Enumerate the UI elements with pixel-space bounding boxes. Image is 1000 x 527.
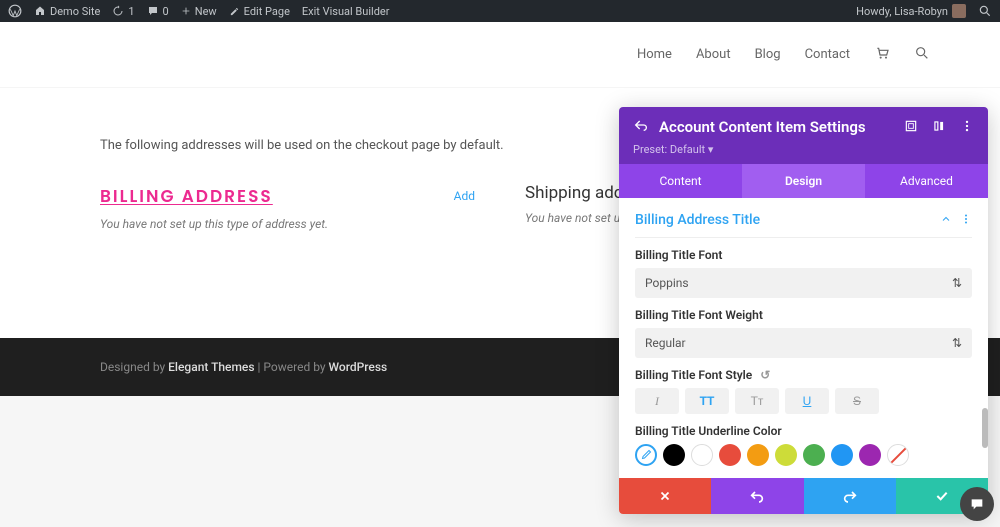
- swatch-blue[interactable]: [831, 444, 853, 466]
- nav-blog[interactable]: Blog: [755, 47, 781, 62]
- new-label: New: [195, 5, 217, 18]
- shipping-title: Shipping add: [525, 183, 623, 203]
- nav-contact[interactable]: Contact: [805, 47, 850, 62]
- edit-page[interactable]: Edit Page: [229, 5, 290, 18]
- swatch-black[interactable]: [663, 444, 685, 466]
- panel-preset[interactable]: Preset: Default ▾: [633, 143, 974, 156]
- swatch-purple[interactable]: [859, 444, 881, 466]
- swatch-white[interactable]: [691, 444, 713, 466]
- cancel-button[interactable]: [619, 478, 711, 514]
- site-nav: Home About Blog Contact: [0, 22, 1000, 88]
- italic-button[interactable]: I: [635, 388, 679, 414]
- cart-icon[interactable]: [874, 45, 890, 65]
- howdy-label: Howdy, Lisa-Robyn: [856, 5, 948, 18]
- comments-count: 0: [163, 5, 169, 18]
- smallcaps-button[interactable]: Tᴛ: [735, 388, 779, 414]
- reset-icon[interactable]: ↺: [760, 368, 770, 382]
- scrollbar-thumb[interactable]: [982, 408, 988, 448]
- tab-advanced[interactable]: Advanced: [865, 164, 988, 198]
- weight-value: Regular: [645, 336, 686, 350]
- weight-select[interactable]: Regular ⇅: [635, 328, 972, 358]
- undo-button[interactable]: [711, 478, 803, 514]
- kebab-icon[interactable]: [960, 118, 974, 137]
- undo-arrow-icon[interactable]: [633, 117, 649, 137]
- swatch-orange[interactable]: [747, 444, 769, 466]
- comments[interactable]: 0: [147, 5, 169, 18]
- footer-platform[interactable]: WordPress: [329, 360, 388, 374]
- footer-designed: Designed by: [100, 360, 168, 374]
- billing-title: BILLING ADDRESS: [100, 183, 273, 209]
- style-label: Billing Title Font Style↺: [635, 368, 972, 382]
- font-value: Poppins: [645, 276, 689, 290]
- panel-titlebar[interactable]: Account Content Item Settings Preset: De…: [619, 107, 988, 164]
- chevron-down-icon: ▾: [708, 143, 714, 156]
- strikethrough-button[interactable]: S: [835, 388, 879, 414]
- redo-button[interactable]: [804, 478, 896, 514]
- edit-page-label: Edit Page: [244, 5, 290, 18]
- eyedropper-swatch[interactable]: [635, 444, 657, 466]
- swatch-green[interactable]: [803, 444, 825, 466]
- font-label: Billing Title Font: [635, 248, 972, 262]
- swatch-transparent[interactable]: [887, 444, 909, 466]
- swatch-lime[interactable]: [775, 444, 797, 466]
- panel-tabs: Content Design Advanced: [619, 164, 988, 198]
- chat-bubble-icon[interactable]: [960, 487, 994, 521]
- site-name-label: Demo Site: [50, 5, 100, 18]
- weight-label: Billing Title Font Weight: [635, 308, 972, 322]
- billing-col: BILLING ADDRESS Add You have not set up …: [100, 183, 475, 231]
- wp-admin-bar: Demo Site 1 0 New Edit Page Exit Visual …: [0, 0, 1000, 22]
- section-title[interactable]: Billing Address Title: [635, 212, 760, 228]
- snap-icon[interactable]: [932, 118, 946, 137]
- exit-vb[interactable]: Exit Visual Builder: [302, 5, 390, 18]
- swatch-red[interactable]: [719, 444, 741, 466]
- tab-design[interactable]: Design: [742, 164, 865, 198]
- font-select[interactable]: Poppins ⇅: [635, 268, 972, 298]
- sort-icon: ⇅: [952, 276, 962, 290]
- new-content[interactable]: New: [181, 5, 217, 18]
- exit-vb-label: Exit Visual Builder: [302, 5, 390, 18]
- panel-body: Billing Address Title Billing Title Font…: [619, 198, 988, 478]
- nav-about[interactable]: About: [696, 47, 731, 62]
- footer-theme[interactable]: Elegant Themes: [168, 360, 254, 374]
- updates[interactable]: 1: [112, 5, 134, 18]
- updates-count: 1: [128, 5, 134, 18]
- color-swatches: [635, 444, 972, 466]
- chevron-up-icon[interactable]: [940, 210, 952, 229]
- color-label: Billing Title Underline Color: [635, 424, 972, 438]
- expand-icon[interactable]: [904, 118, 918, 137]
- footer-sep: | Powered by: [255, 360, 329, 374]
- billing-add-link[interactable]: Add: [454, 189, 475, 203]
- sort-icon: ⇅: [952, 336, 962, 350]
- panel-title: Account Content Item Settings: [659, 118, 894, 136]
- underline-button[interactable]: U: [785, 388, 829, 414]
- settings-panel: Account Content Item Settings Preset: De…: [619, 107, 988, 514]
- uppercase-button[interactable]: TT: [685, 388, 729, 414]
- admin-search-icon[interactable]: [978, 4, 992, 18]
- wp-logo[interactable]: [8, 4, 22, 18]
- panel-actions: [619, 478, 988, 514]
- avatar: [952, 4, 966, 18]
- style-buttons: I TT Tᴛ U S: [635, 388, 972, 414]
- howdy[interactable]: Howdy, Lisa-Robyn: [856, 4, 966, 18]
- tab-content[interactable]: Content: [619, 164, 742, 198]
- search-icon[interactable]: [914, 45, 930, 65]
- kebab-icon[interactable]: [960, 210, 972, 229]
- billing-empty: You have not set up this type of address…: [100, 217, 475, 231]
- nav-home[interactable]: Home: [637, 47, 672, 62]
- site-name[interactable]: Demo Site: [34, 5, 100, 18]
